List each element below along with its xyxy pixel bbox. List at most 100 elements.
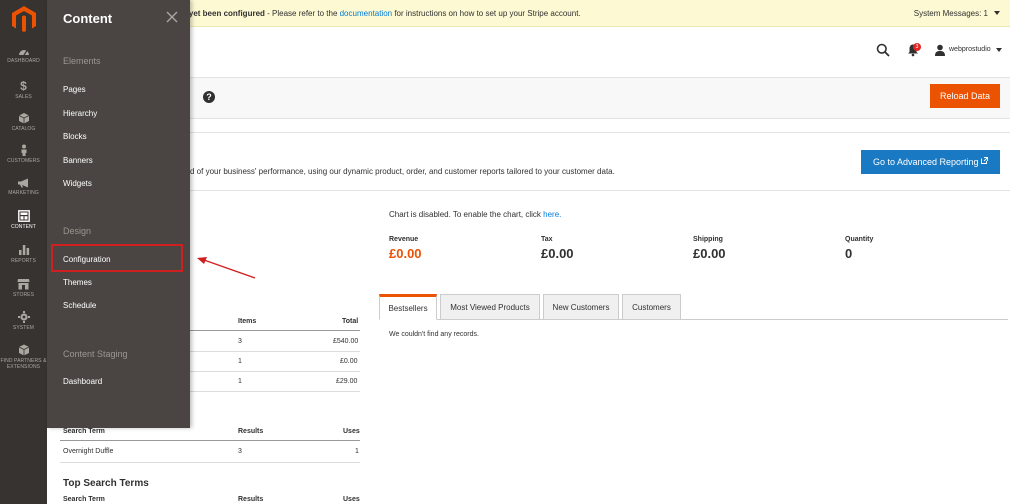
submenu-group-elements: Elements — [63, 56, 101, 66]
nav-label: DASHBOARD — [7, 58, 40, 64]
advanced-reporting-button[interactable]: Go to Advanced Reporting — [861, 150, 1000, 174]
nav-catalog[interactable]: CATALOG — [0, 112, 47, 144]
external-link-icon — [981, 157, 988, 164]
tab-customers[interactable]: Customers — [622, 294, 681, 320]
stat-value: £0.00 — [389, 246, 422, 261]
tab-bestsellers[interactable]: Bestsellers — [379, 294, 437, 320]
divider — [47, 132, 1010, 133]
chevron-down-icon[interactable] — [994, 11, 1000, 15]
stat-value: £0.00 — [541, 246, 574, 261]
advanced-reporting-label: Go to Advanced Reporting — [872, 157, 979, 167]
column-header-uses: Uses — [343, 428, 360, 435]
tab-new-customers[interactable]: New Customers — [543, 294, 619, 320]
nav-label: STORES — [12, 292, 35, 298]
user-icon[interactable] — [934, 44, 946, 56]
nav-label: CATALOG — [11, 126, 36, 132]
column-header-uses: Uses — [343, 496, 360, 503]
column-header-results: Results — [238, 428, 264, 435]
bar-chart-icon — [18, 245, 29, 255]
nav-label: MARKETING — [8, 190, 39, 196]
cell-search-term: Overnight Duffle — [63, 448, 114, 455]
cube-icon — [18, 344, 29, 356]
message-text: for instructions on how to set up your S… — [392, 9, 581, 18]
stat-value: £0.00 — [693, 246, 726, 261]
message-text: - Please refer to the — [264, 9, 340, 18]
column-header-search-term: Search Term — [63, 496, 105, 503]
chart-disabled-note: Chart is disabled. To enable the chart, … — [389, 210, 561, 219]
stat-value: 0 — [845, 246, 853, 261]
submenu-item-blocks[interactable]: Blocks — [63, 132, 87, 141]
help-icon[interactable]: ? — [203, 91, 215, 103]
cell-items: 1 — [238, 378, 242, 385]
nav-system[interactable]: SYSTEM — [0, 311, 47, 343]
magento-logo-icon[interactable] — [12, 6, 36, 32]
submenu-title: Content — [63, 11, 113, 26]
table-header-rule — [60, 440, 360, 441]
cell-uses: 1 — [355, 448, 359, 455]
configuration-highlight-box — [51, 244, 183, 272]
notification-count-badge: 3 — [913, 43, 921, 51]
column-header-total: Total — [342, 318, 359, 325]
dollar-icon: $ — [20, 79, 27, 93]
nav-label: FIND PARTNERS & EXTENSIONS — [0, 358, 47, 370]
nav-find-partners[interactable]: FIND PARTNERS & EXTENSIONS — [0, 344, 47, 378]
account-username[interactable]: webprostudio — [949, 46, 991, 53]
cell-total: £540.00 — [333, 338, 359, 345]
system-messages-toggle[interactable]: System Messages: 1 — [914, 9, 988, 18]
stat-label: Quantity — [845, 236, 874, 243]
nav-stores[interactable]: STORES — [0, 278, 47, 310]
layout-icon — [17, 210, 30, 222]
nav-sales[interactable]: $ SALES — [0, 80, 47, 112]
submenu-item-hierarchy[interactable]: Hierarchy — [63, 109, 97, 118]
nav-customers[interactable]: CUSTOMERS — [0, 144, 47, 176]
store-icon — [17, 279, 30, 290]
submenu-item-dashboard[interactable]: Dashboard — [63, 377, 102, 386]
system-message-bar: t yet been configured - Please refer to … — [47, 0, 1010, 27]
submenu-group-design: Design — [63, 226, 92, 236]
content-submenu: Content Elements Pages Hierarchy Blocks … — [47, 0, 190, 428]
stripe-message: t yet been configured - Please refer to … — [184, 9, 581, 18]
stat-tax: Tax £0.00 — [541, 236, 574, 261]
nav-dashboard[interactable]: DASHBOARD — [0, 47, 47, 79]
nav-reports[interactable]: REPORTS — [0, 244, 47, 276]
nav-content[interactable]: CONTENT — [0, 210, 47, 242]
column-header-search-term: Search Term — [63, 428, 105, 435]
cell-total: £0.00 — [340, 358, 358, 365]
stat-revenue: Revenue £0.00 — [389, 236, 422, 261]
empty-state-text: We couldn't find any records. — [389, 331, 479, 338]
chevron-down-icon[interactable] — [996, 48, 1002, 52]
search-icon[interactable] — [876, 43, 890, 57]
column-header-items: Items — [238, 318, 257, 325]
nav-label: SALES — [15, 94, 32, 100]
nav-label: CUSTOMERS — [7, 158, 40, 164]
submenu-item-pages[interactable]: Pages — [63, 85, 86, 94]
column-header-results: Results — [238, 496, 264, 503]
submenu-item-themes[interactable]: Themes — [63, 278, 92, 287]
nav-label: SYSTEM — [12, 325, 35, 331]
close-icon[interactable] — [165, 10, 179, 24]
annotation-arrow — [197, 257, 256, 279]
documentation-link[interactable]: documentation — [340, 9, 392, 18]
admin-sidebar: DASHBOARD $ SALES CATALOG CUSTOMERS MARK… — [0, 0, 47, 504]
dashboard-intro-text: d of your business' performance, using o… — [190, 167, 615, 176]
table-row-rule — [60, 462, 360, 463]
divider — [47, 190, 1010, 191]
submenu-group-content-staging: Content Staging — [63, 349, 128, 359]
cell-items: 3 — [238, 338, 242, 345]
nav-marketing[interactable]: MARKETING — [0, 178, 47, 210]
stat-label: Shipping — [693, 236, 723, 243]
enable-chart-link[interactable]: here. — [543, 210, 561, 219]
tab-most-viewed-products[interactable]: Most Viewed Products — [440, 294, 540, 320]
submenu-item-banners[interactable]: Banners — [63, 156, 93, 165]
chart-note-text: Chart is disabled. To enable the chart, … — [389, 210, 544, 219]
cell-items: 1 — [238, 358, 242, 365]
top-search-terms-title: Top Search Terms — [63, 478, 149, 489]
stat-label: Revenue — [389, 236, 419, 243]
cell-total: £29.00 — [336, 378, 358, 385]
submenu-item-schedule[interactable]: Schedule — [63, 301, 96, 310]
reload-data-button[interactable]: Reload Data — [930, 84, 1000, 108]
stat-shipping: Shipping £0.00 — [693, 236, 726, 261]
stat-quantity: Quantity 0 — [845, 236, 873, 261]
submenu-item-widgets[interactable]: Widgets — [63, 179, 92, 188]
megaphone-icon — [18, 178, 28, 188]
